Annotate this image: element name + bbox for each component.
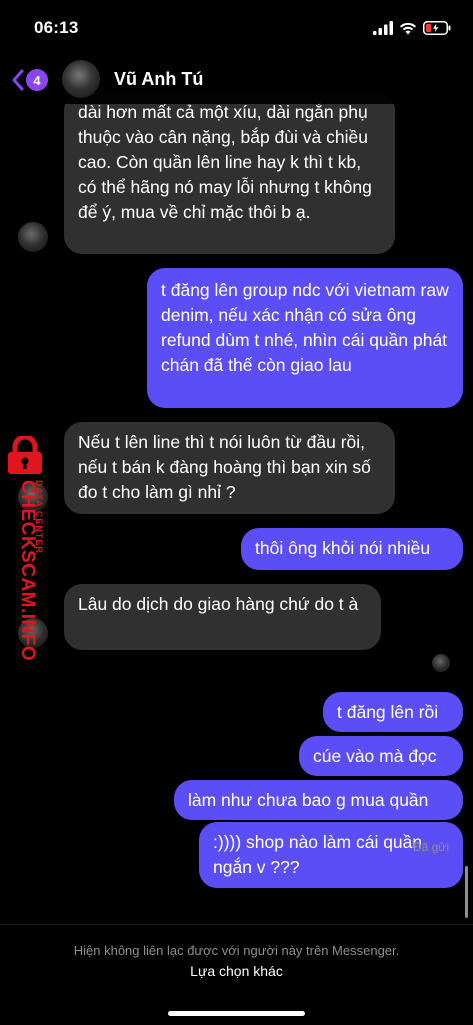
chevron-left-icon	[12, 69, 24, 91]
unread-count-badge: 4	[26, 69, 48, 91]
sent-status: Đã gửi	[412, 840, 449, 854]
message-incoming[interactable]: Nếu t lên line thì t nói luôn từ đầu rồi…	[64, 422, 395, 514]
message-thread[interactable]: dài hơn mất cả một xíu, dài ngắn phụ thu…	[0, 54, 473, 924]
padlock-icon	[8, 436, 42, 474]
wifi-icon	[400, 22, 416, 35]
seen-indicator-avatar	[432, 654, 450, 672]
message-outgoing[interactable]: t đăng lên rồi	[323, 692, 463, 732]
unavailable-notice: Hiện không liên lạc được với người này t…	[73, 943, 400, 958]
checkscam-watermark: CHECKSCAM.INFO DATA CENTER	[2, 436, 52, 666]
battery-icon	[423, 21, 451, 35]
composer-unavailable-footer: Hiện không liên lạc được với người này t…	[0, 924, 473, 1025]
svg-text:DATA CENTER: DATA CENTER	[34, 480, 44, 554]
back-button[interactable]: 4	[12, 66, 52, 94]
other-options-button[interactable]: Lựa chọn khác	[0, 963, 473, 979]
message-outgoing[interactable]: thôi ông khỏi nói nhiều	[241, 528, 463, 570]
contact-avatar	[18, 222, 48, 252]
status-bar: 06:13	[0, 0, 473, 54]
contact-name[interactable]: Vũ Anh Tú	[114, 69, 203, 90]
home-indicator[interactable]	[168, 1011, 305, 1016]
chat-header: 4 Vũ Anh Tú	[0, 54, 473, 104]
system-icons	[373, 19, 451, 37]
signal-icon	[373, 21, 393, 35]
message-incoming[interactable]: Lâu do dịch do giao hàng chứ do t à	[64, 584, 381, 650]
message-outgoing[interactable]: t đăng lên group ndc với vietnam raw den…	[147, 268, 463, 408]
message-incoming[interactable]: dài hơn mất cả một xíu, dài ngắn phụ thu…	[64, 92, 395, 254]
message-outgoing[interactable]: cúe vào mà đọc	[299, 736, 463, 776]
message-outgoing[interactable]: làm như chưa bao g mua quần	[174, 780, 463, 820]
scrollbar[interactable]	[465, 866, 468, 918]
contact-avatar[interactable]	[62, 60, 100, 98]
status-time: 06:13	[34, 18, 79, 37]
message-outgoing[interactable]: :)))) shop nào làm cái quần ngắn v ???	[199, 822, 463, 888]
watermark-text: CHECKSCAM.INFO DATA CENTER	[17, 480, 44, 661]
